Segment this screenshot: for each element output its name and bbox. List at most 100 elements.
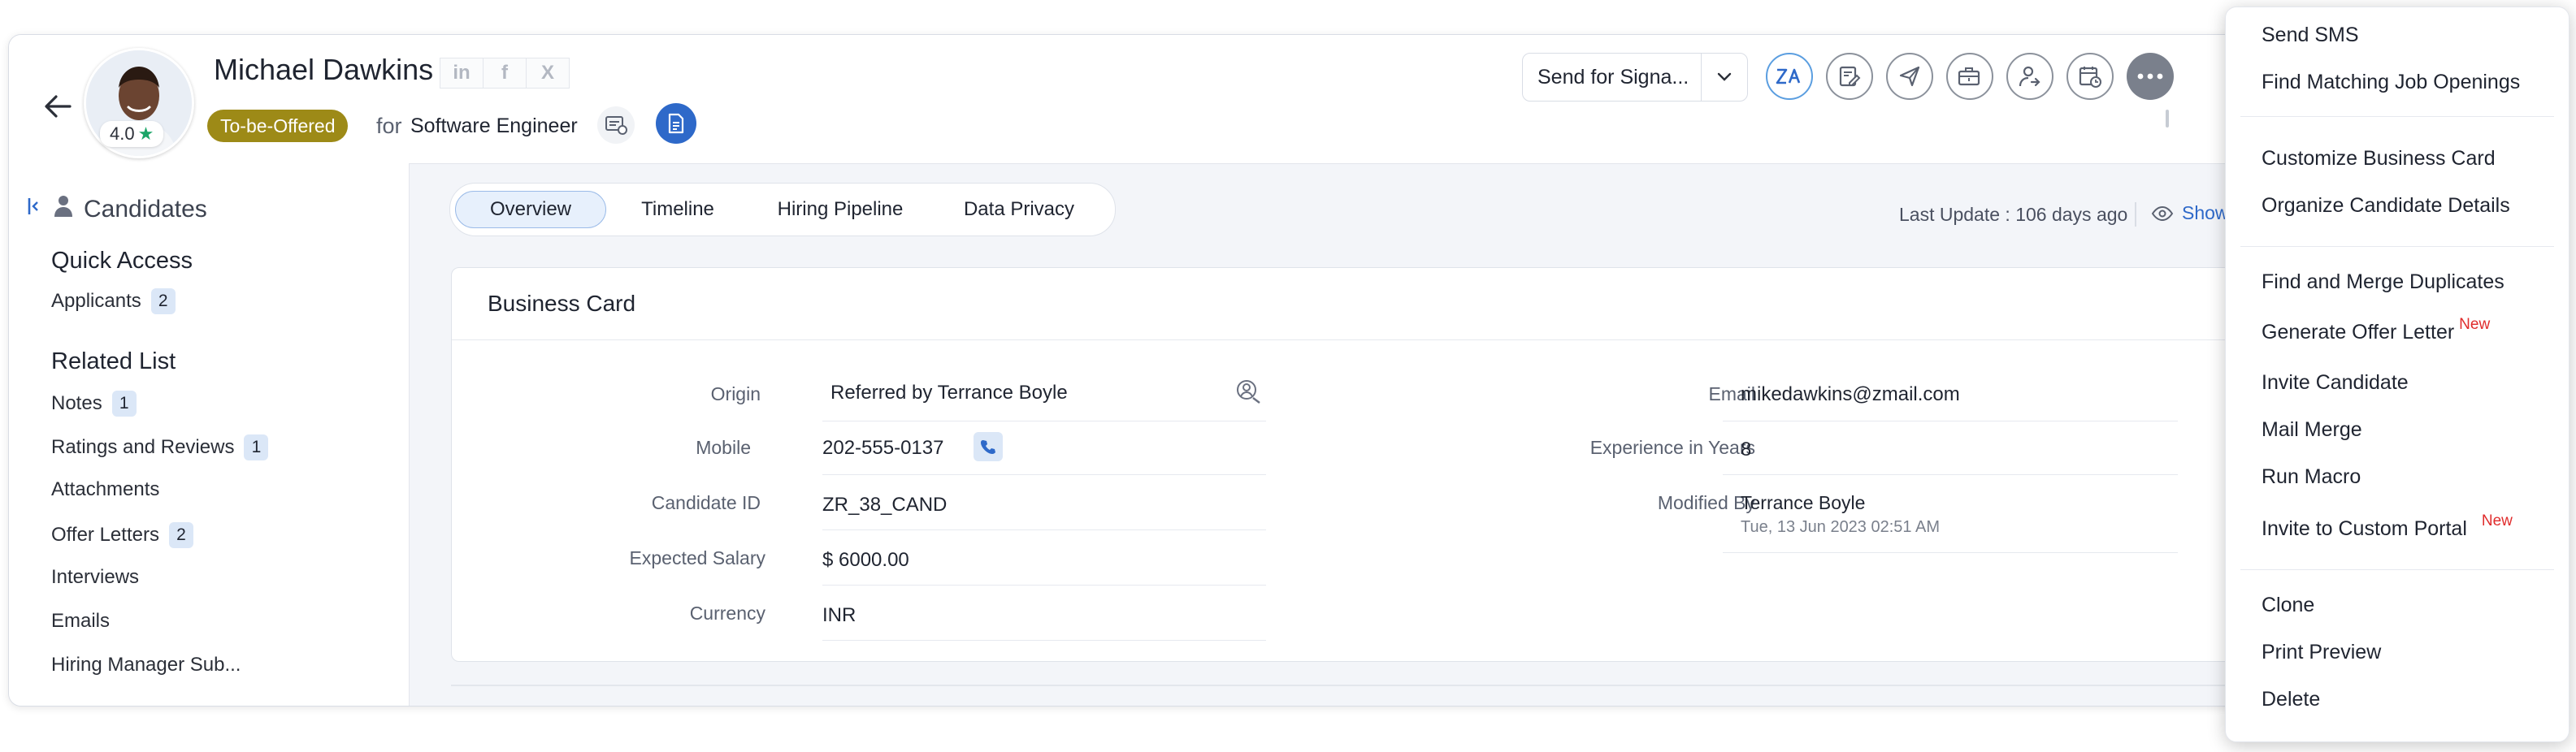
- job-title-link[interactable]: Software Engineer: [410, 115, 578, 138]
- field-divider: [822, 474, 1266, 475]
- send-for-signature-dropdown[interactable]: Send for Signa...: [1522, 53, 1748, 102]
- menu-item-label: Invite to Custom Portal: [2262, 517, 2467, 540]
- back-button[interactable]: [33, 82, 82, 131]
- zia-translate-icon: [1776, 68, 1801, 84]
- field-divider: [1723, 474, 2178, 475]
- show-label[interactable]: Show: [2182, 202, 2229, 224]
- briefcase-add-icon: [1958, 67, 1980, 86]
- associate-job-button[interactable]: [1946, 53, 1993, 100]
- sidebar-item-hiring-manager-submissions[interactable]: Hiring Manager Sub...: [51, 654, 241, 676]
- menu-item-clone[interactable]: Clone: [2262, 594, 2314, 617]
- document-icon: [668, 113, 684, 134]
- schedule-interview-button[interactable]: [2066, 53, 2114, 100]
- sidebar-item-ratings-and-reviews[interactable]: Ratings and Reviews 1: [51, 434, 269, 460]
- count-badge: 1: [111, 391, 137, 417]
- menu-item-delete[interactable]: Delete: [2262, 688, 2320, 711]
- menu-item-send-sms[interactable]: Send SMS: [2262, 24, 2359, 47]
- send-button[interactable]: [1886, 53, 1933, 100]
- more-options-button[interactable]: [2127, 53, 2174, 100]
- related-list-heading: Related List: [51, 348, 176, 374]
- zia-translate-button[interactable]: [1766, 53, 1813, 100]
- sidebar-item-applicants[interactable]: Applicants 2: [51, 288, 176, 314]
- field-value-modified-by[interactable]: Terrance Boyle: [1741, 492, 1865, 514]
- field-value-expected-salary: $ 6000.00: [822, 549, 909, 571]
- field-value-origin[interactable]: Referred by Terrance Boyle: [830, 382, 1068, 404]
- sidebar-item-label: Offer Letters: [51, 524, 159, 546]
- detail-tabs: Overview Timeline Hiring Pipeline Data P…: [449, 183, 1116, 236]
- menu-item-organize-candidate-details[interactable]: Organize Candidate Details: [2262, 194, 2510, 218]
- eye-icon: [2151, 205, 2174, 221]
- menu-item-customize-business-card[interactable]: Customize Business Card: [2262, 147, 2496, 171]
- sidebar-item-label: Ratings and Reviews: [51, 436, 235, 458]
- candidate-name: Michael Dawkins: [214, 53, 434, 86]
- count-badge: 2: [150, 288, 176, 314]
- menu-item-invite-candidate[interactable]: Invite Candidate: [2262, 371, 2409, 395]
- tab-overview[interactable]: Overview: [455, 191, 606, 228]
- facebook-icon[interactable]: f: [483, 58, 527, 89]
- menu-item-run-macro[interactable]: Run Macro: [2262, 465, 2361, 489]
- person-icon: [53, 194, 74, 223]
- social-links: in f X: [440, 58, 570, 89]
- menu-item-mail-merge[interactable]: Mail Merge: [2262, 418, 2362, 442]
- send-icon: [1899, 66, 1920, 87]
- last-update-text: Last Update : 106 days ago: [1899, 204, 2128, 225]
- section-divider: [451, 685, 2309, 686]
- referrer-lookup-icon[interactable]: [1235, 378, 1263, 408]
- call-button[interactable]: [974, 432, 1003, 461]
- modified-time: Tue, 13 Jun 2023 02:51 AM: [1741, 518, 1940, 536]
- menu-item-generate-offer-letter[interactable]: Generate Offer Letter New: [2262, 316, 2490, 344]
- show-toggle-link[interactable]: Show: [2151, 202, 2229, 224]
- new-badge: New: [2481, 512, 2513, 529]
- tab-data-privacy[interactable]: Data Privacy: [938, 191, 1100, 228]
- field-divider: [822, 640, 1266, 641]
- candidate-rating: 4.0 ★: [100, 121, 164, 147]
- edit-note-button[interactable]: [1826, 53, 1873, 100]
- tab-hiring-pipeline[interactable]: Hiring Pipeline: [751, 191, 930, 228]
- collapse-left-icon: [28, 198, 38, 214]
- assign-owner-button[interactable]: [2006, 53, 2053, 100]
- collapse-sidebar-button[interactable]: [27, 196, 40, 217]
- send-for-signature-label[interactable]: Send for Signa...: [1523, 66, 1701, 89]
- field-value-email[interactable]: mikedawkins@zmail.com: [1741, 383, 1960, 406]
- chevron-down-icon[interactable]: [1701, 54, 1747, 101]
- header-divider: [2166, 110, 2169, 127]
- field-label-candidate-id: Candidate ID: [651, 492, 761, 513]
- sidebar-item-emails[interactable]: Emails: [51, 610, 110, 633]
- menu-item-print-preview[interactable]: Print Preview: [2262, 641, 2381, 664]
- menu-item-find-matching-job-openings[interactable]: Find Matching Job Openings: [2262, 71, 2520, 94]
- job-details-button[interactable]: [597, 106, 635, 144]
- tab-timeline[interactable]: Timeline: [613, 191, 743, 228]
- menu-item-find-and-merge-duplicates[interactable]: Find and Merge Duplicates: [2262, 270, 2504, 294]
- field-value-experience: 8: [1741, 439, 1752, 460]
- linkedin-icon[interactable]: in: [440, 58, 484, 89]
- field-value-mobile[interactable]: 202-555-0137: [822, 437, 943, 460]
- x-twitter-icon[interactable]: X: [526, 58, 570, 89]
- edit-note-icon: [1839, 66, 1861, 87]
- business-card: Business Card Origin Referred by Terranc…: [451, 267, 2309, 662]
- sidebar-item-notes[interactable]: Notes 1: [51, 391, 137, 417]
- field-label-expected-salary: Expected Salary: [629, 547, 765, 568]
- module-title[interactable]: Candidates: [84, 196, 207, 223]
- menu-divider: [2240, 246, 2554, 247]
- menu-divider: [2240, 116, 2554, 117]
- arrow-left-icon: [45, 95, 72, 118]
- status-badge[interactable]: To-be-Offered: [207, 110, 349, 142]
- sidebar-item-label: Hiring Manager Sub...: [51, 654, 241, 676]
- more-options-icon: [2137, 73, 2163, 80]
- sidebar-item-attachments[interactable]: Attachments: [51, 478, 159, 501]
- count-badge: 1: [244, 434, 269, 460]
- sidebar-item-offer-letters[interactable]: Offer Letters 2: [51, 522, 193, 548]
- menu-item-label: Generate Offer Letter: [2262, 321, 2455, 344]
- sidebar-item-interviews[interactable]: Interviews: [51, 566, 139, 589]
- sidebar-item-label: Attachments: [51, 478, 160, 500]
- candidate-document-button[interactable]: [656, 103, 696, 144]
- user-assign-icon: [2019, 66, 2040, 87]
- field-divider: [822, 529, 1266, 530]
- field-label-mobile: Mobile: [696, 437, 751, 458]
- more-options-menu: Send SMS Find Matching Job Openings Cust…: [2225, 6, 2569, 742]
- menu-item-invite-to-custom-portal[interactable]: Invite to Custom Portal New: [2262, 512, 2513, 541]
- field-value-currency: INR: [822, 604, 856, 626]
- field-label-email: Email: [1708, 383, 1755, 404]
- candidate-detail-window: 4.0 ★ Michael Dawkins in f X To-be-Offer…: [8, 34, 2309, 707]
- field-label-currency: Currency: [689, 603, 765, 624]
